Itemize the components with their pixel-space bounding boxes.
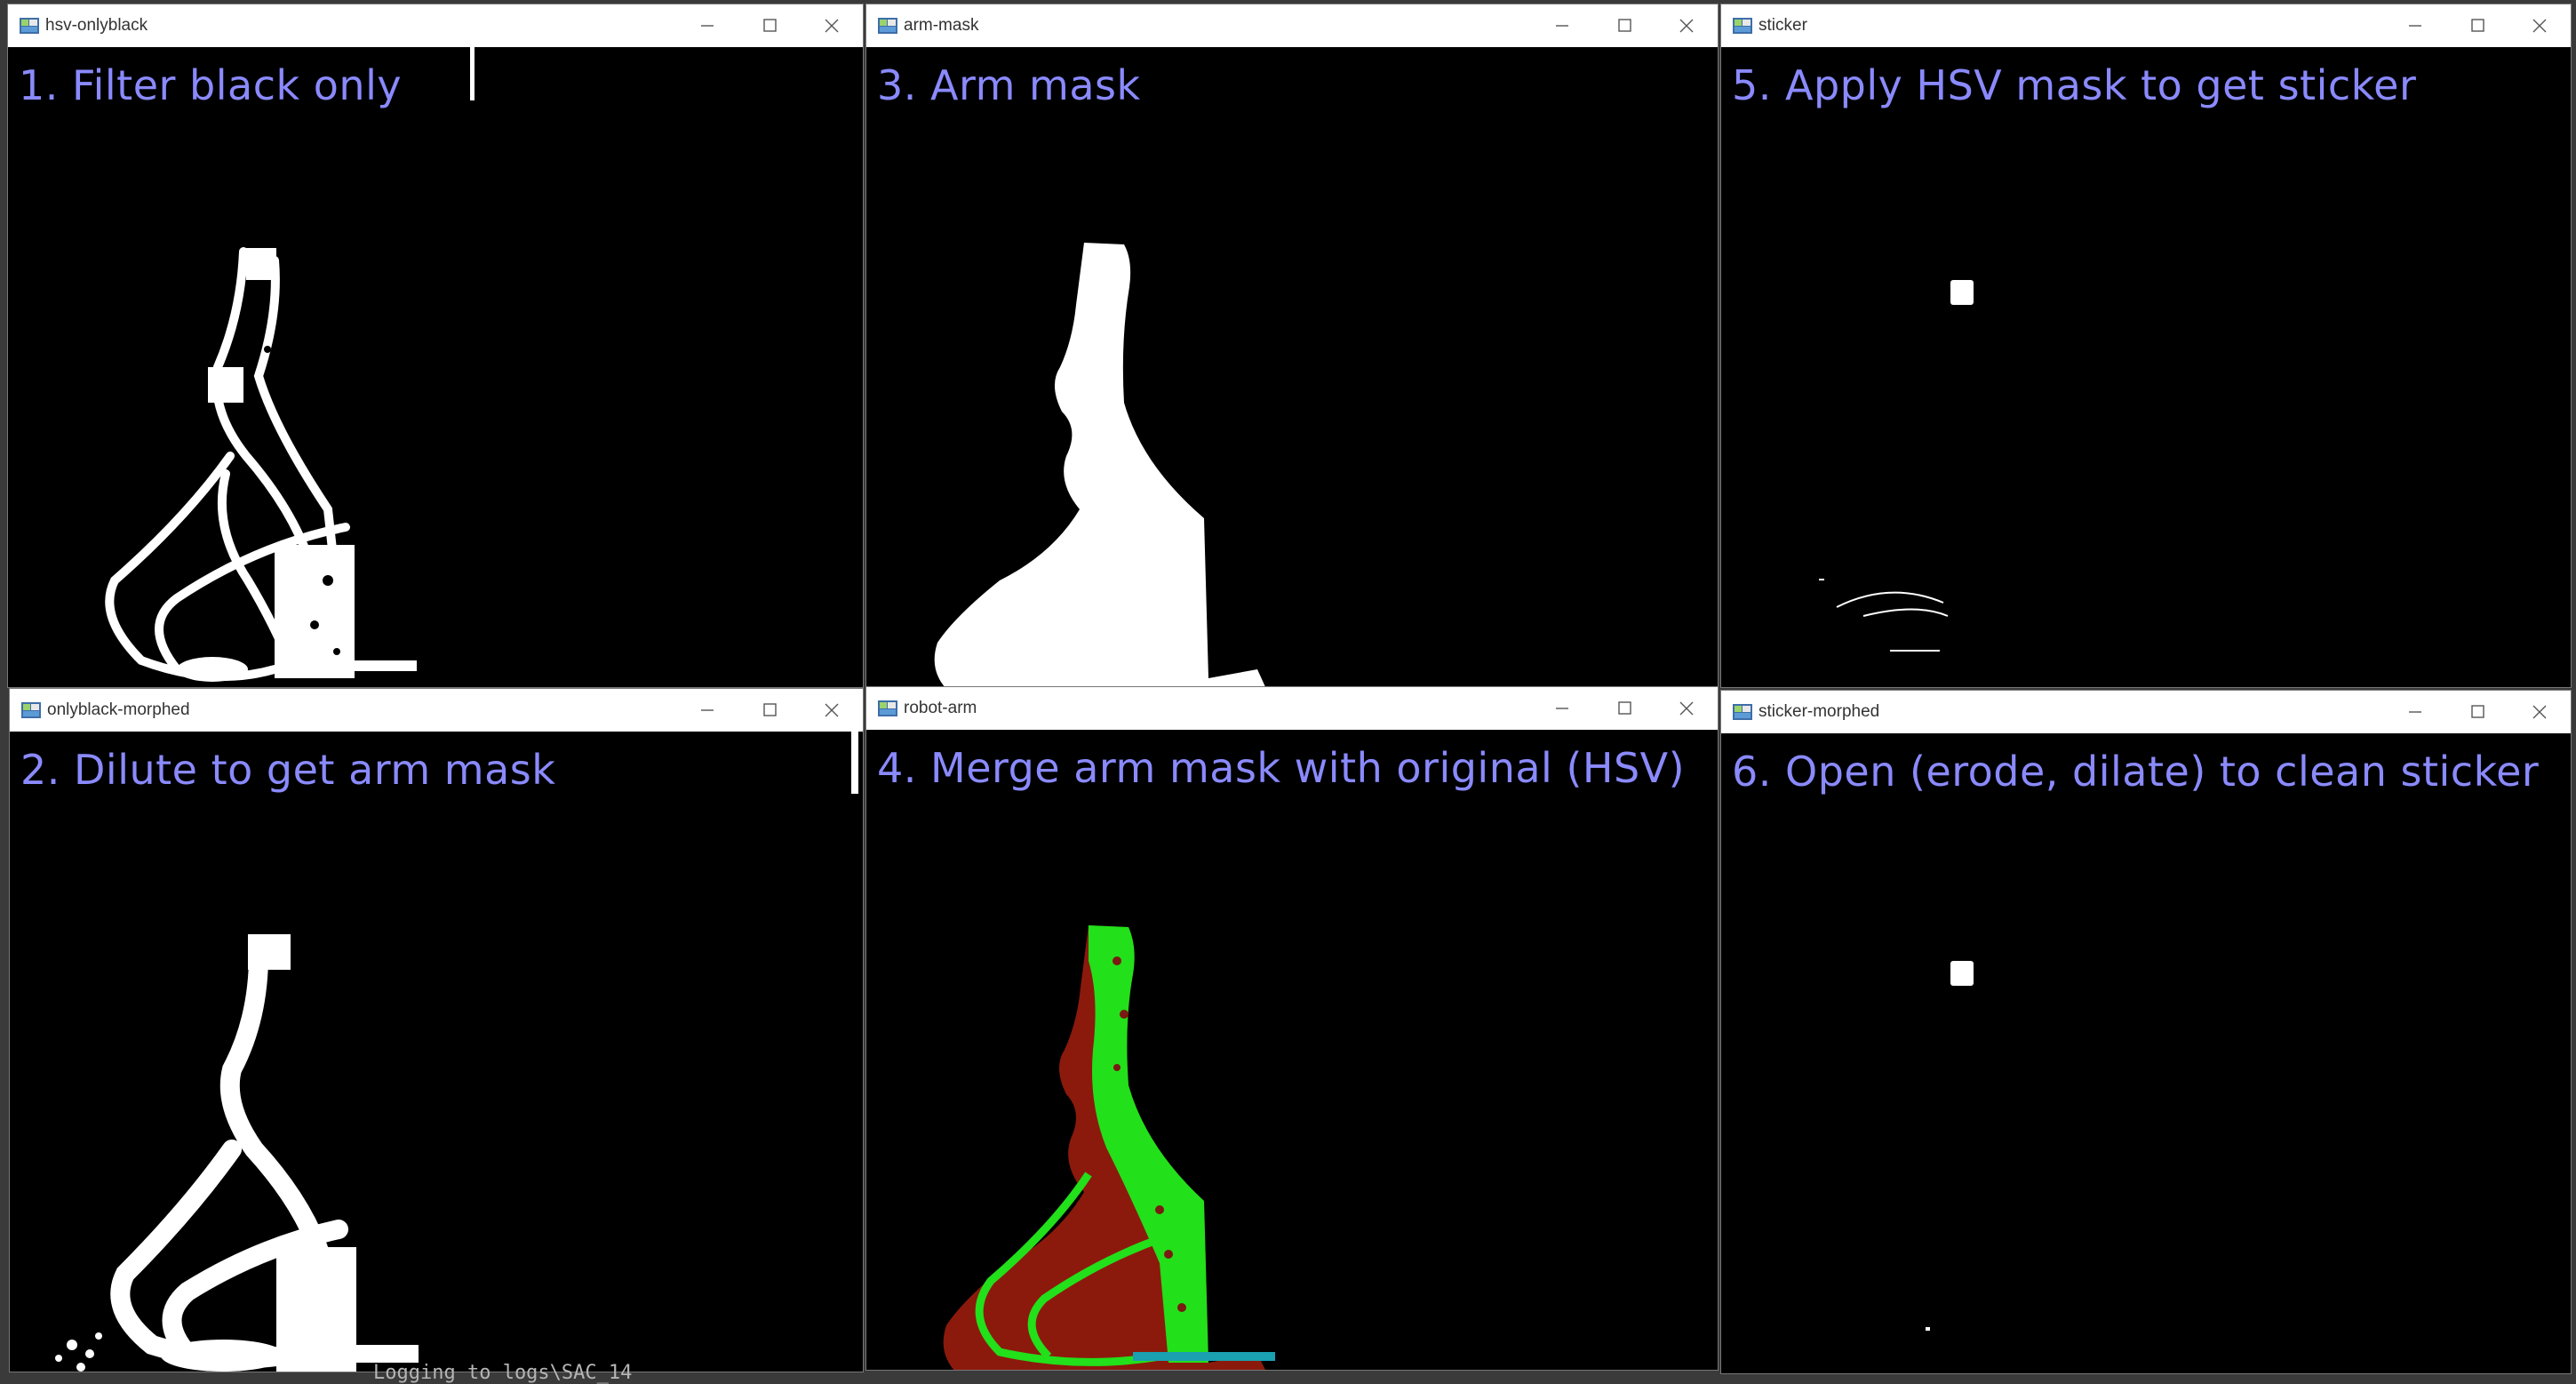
step-label: 1. Filter black only xyxy=(19,61,403,109)
maximize-button[interactable] xyxy=(2446,691,2508,733)
minimize-button[interactable] xyxy=(2384,691,2446,733)
image-view: 3. Arm mask xyxy=(866,47,1718,687)
maximize-icon xyxy=(1618,701,1631,715)
opencv-window-icon xyxy=(1733,18,1752,34)
close-button[interactable] xyxy=(801,4,863,47)
close-button[interactable] xyxy=(1655,4,1718,47)
close-button[interactable] xyxy=(2508,691,2571,733)
close-button[interactable] xyxy=(2508,4,2571,47)
maximize-icon xyxy=(763,703,777,716)
maximize-icon xyxy=(1618,19,1631,32)
step-label: 5. Apply HSV mask to get sticker xyxy=(1732,61,2417,109)
window-robot-arm[interactable]: robot-arm 4. Merge arm mask with origina… xyxy=(865,686,1719,1371)
window-titlebar[interactable]: onlyblack-morphed xyxy=(10,689,863,732)
image-view: 2. Dilute to get arm mask xyxy=(10,732,863,1372)
opencv-window-icon xyxy=(878,700,897,716)
binary-mask-image xyxy=(1926,961,1974,1331)
maximize-button[interactable] xyxy=(738,4,801,47)
close-icon xyxy=(2532,19,2547,33)
close-icon xyxy=(2532,705,2547,719)
binary-mask-image xyxy=(55,732,858,1372)
minimize-icon xyxy=(2408,25,2422,27)
image-view: 5. Apply HSV mask to get sticker xyxy=(1721,47,2571,687)
window-titlebar[interactable]: arm-mask xyxy=(866,4,1718,48)
close-icon xyxy=(825,19,839,33)
maximize-button[interactable] xyxy=(1593,687,1655,730)
window-title: sticker-morphed xyxy=(1759,702,1880,721)
opencv-window-icon xyxy=(20,18,39,34)
minimize-button[interactable] xyxy=(676,4,738,47)
close-icon xyxy=(1679,19,1694,33)
image-view: 1. Filter black only xyxy=(8,47,863,687)
window-title: arm-mask xyxy=(904,16,979,35)
minimize-button[interactable] xyxy=(1531,687,1593,730)
window-titlebar[interactable]: robot-arm xyxy=(866,687,1718,731)
binary-mask-image xyxy=(934,243,1266,687)
window-title: sticker xyxy=(1759,16,1807,35)
opencv-window-icon xyxy=(878,18,897,34)
minimize-icon xyxy=(700,25,714,27)
step-label: 4. Merge arm mask with original (HSV) xyxy=(877,744,1686,792)
step-label: 2. Dilute to get arm mask xyxy=(20,746,556,794)
close-button[interactable] xyxy=(801,689,863,732)
binary-mask-image xyxy=(105,47,475,682)
window-title: robot-arm xyxy=(904,699,977,717)
step-label: 6. Open (erode, dilate) to clean sticker xyxy=(1732,748,2540,796)
minimize-button[interactable] xyxy=(2384,4,2446,47)
minimize-icon xyxy=(2408,711,2422,713)
window-arm-mask[interactable]: arm-mask 3. Arm mask xyxy=(865,4,1719,688)
maximize-icon xyxy=(2471,705,2484,718)
close-button[interactable] xyxy=(1655,687,1718,730)
minimize-icon xyxy=(1555,25,1569,27)
maximize-icon xyxy=(2471,19,2484,32)
window-titlebar[interactable]: sticker xyxy=(1721,4,2571,48)
window-onlyblack-morphed[interactable]: onlyblack-morphed 2. Dilute to get arm m… xyxy=(9,688,864,1372)
maximize-button[interactable] xyxy=(1593,4,1655,47)
maximize-button[interactable] xyxy=(738,689,801,732)
minimize-icon xyxy=(700,709,714,711)
minimize-button[interactable] xyxy=(676,689,738,732)
close-icon xyxy=(1679,701,1694,716)
window-title: onlyblack-morphed xyxy=(47,700,190,719)
window-titlebar[interactable]: hsv-onlyblack xyxy=(8,4,863,48)
window-sticker-morphed[interactable]: sticker-morphed 6. Open (erode, dilate) … xyxy=(1720,690,2572,1374)
image-view: 4. Merge arm mask with original (HSV) xyxy=(866,730,1718,1370)
close-icon xyxy=(825,703,839,717)
opencv-window-icon xyxy=(21,702,41,718)
binary-mask-image xyxy=(1819,280,1974,652)
merged-hsv-image xyxy=(943,925,1275,1370)
maximize-button[interactable] xyxy=(2446,4,2508,47)
window-hsv-onlyblack[interactable]: hsv-onlyblack 1. Filter black only xyxy=(7,4,864,688)
step-label: 3. Arm mask xyxy=(877,61,1141,109)
background-terminal-text: Logging to logs\SAC_14 xyxy=(373,1362,633,1384)
window-sticker[interactable]: sticker 5. Apply HSV mask to get sticker xyxy=(1720,4,2572,688)
minimize-icon xyxy=(1555,708,1569,709)
window-title: hsv-onlyblack xyxy=(45,16,148,35)
minimize-button[interactable] xyxy=(1531,4,1593,47)
image-view: 6. Open (erode, dilate) to clean sticker xyxy=(1721,733,2571,1373)
window-titlebar[interactable]: sticker-morphed xyxy=(1721,691,2571,734)
maximize-icon xyxy=(763,19,777,32)
opencv-window-icon xyxy=(1733,704,1752,720)
